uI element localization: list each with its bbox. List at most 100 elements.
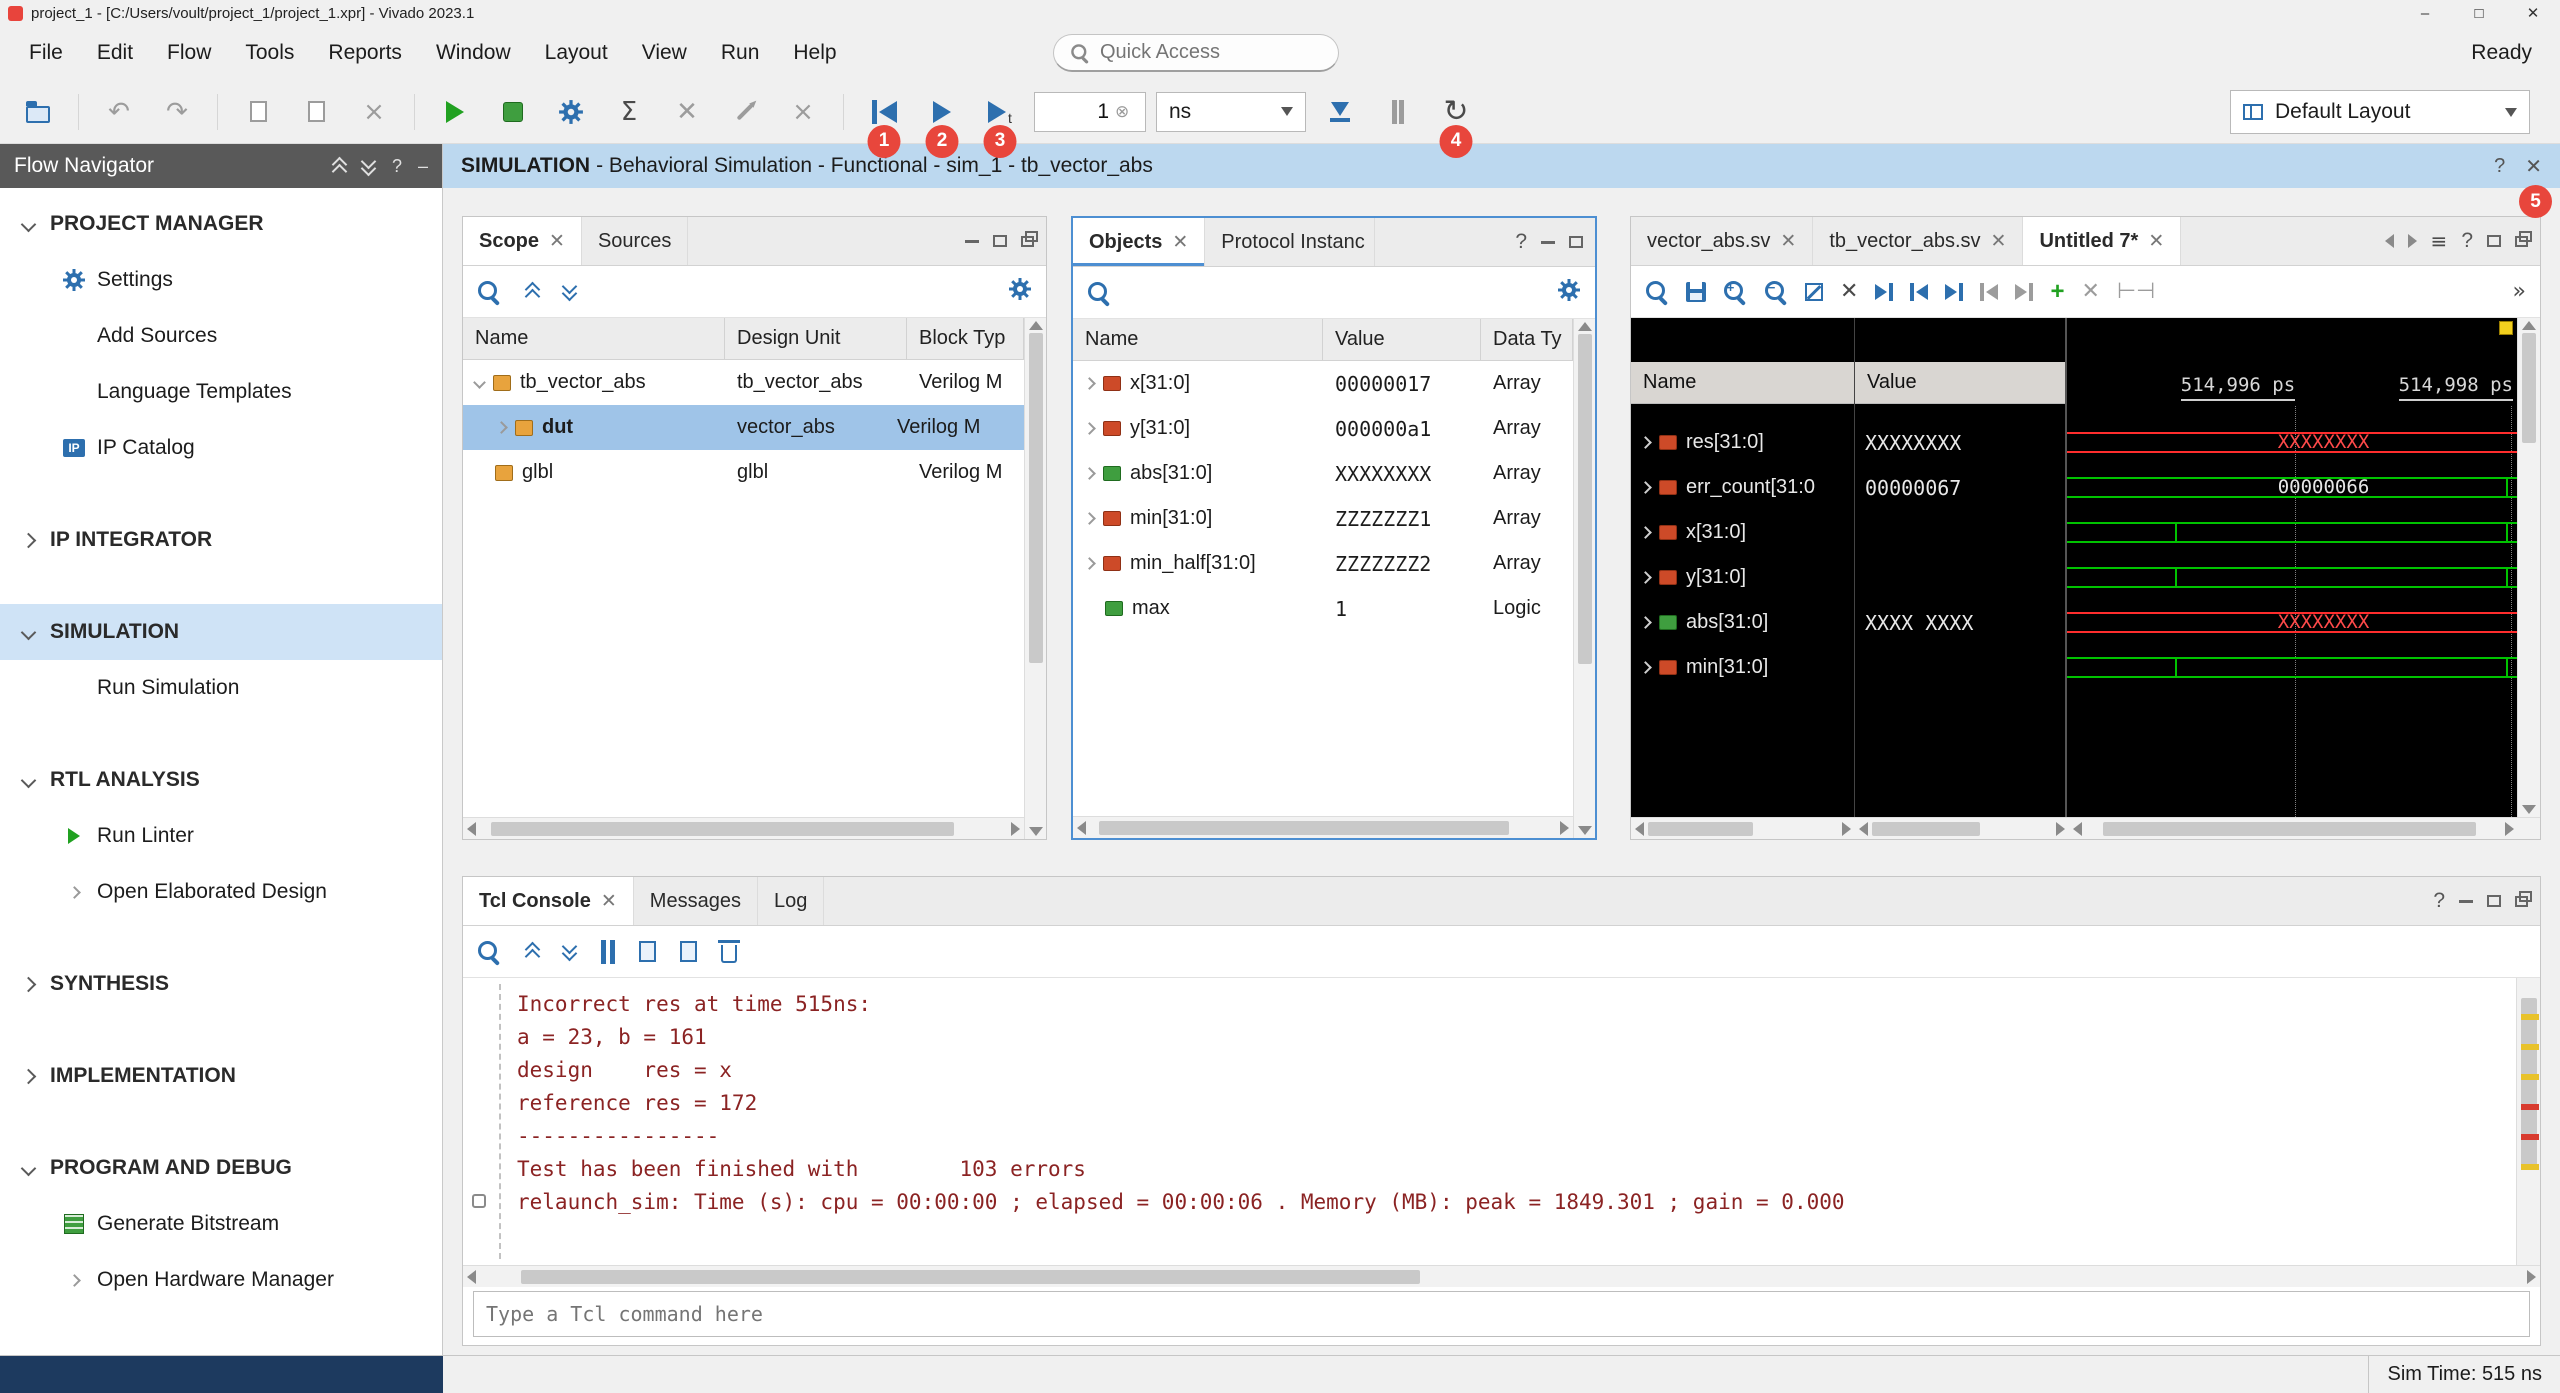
maximize-panel-icon[interactable] — [993, 235, 1007, 247]
collapse-all-icon[interactable] — [332, 158, 346, 175]
sidebar-item-open-hardware-manager[interactable]: Open Hardware Manager — [0, 1252, 442, 1308]
wave-signal-err-count[interactable]: err_count[31:0 — [1631, 465, 1854, 510]
scroll-right-icon[interactable] — [1011, 822, 1020, 836]
scope-vertical-scrollbar[interactable] — [1024, 318, 1046, 839]
close-tab-icon[interactable]: ✕ — [1172, 231, 1188, 254]
column-header-value[interactable]: Value — [1855, 362, 2065, 404]
value-horizontal-scrollbar[interactable] — [1855, 817, 2069, 839]
previous-tab-icon[interactable] — [2385, 234, 2394, 248]
marker-flag-icon[interactable] — [2499, 321, 2513, 335]
scroll-up-icon[interactable] — [1029, 321, 1043, 330]
chevron-right-icon[interactable] — [1083, 377, 1096, 390]
wave-signal-abs[interactable]: abs[31:0] — [1631, 600, 1854, 645]
chevron-right-icon[interactable] — [495, 421, 508, 434]
console-vertical-scrollbar[interactable] — [2516, 978, 2540, 1265]
close-tab-icon[interactable]: ✕ — [549, 230, 565, 253]
window-close-button[interactable]: ✕ — [2506, 0, 2560, 26]
name-horizontal-scrollbar[interactable] — [1631, 817, 1855, 839]
maximize-panel-icon[interactable] — [2487, 895, 2501, 907]
run-all-button[interactable]: 2 — [918, 90, 966, 134]
tab-untitled-7[interactable]: Untitled 7* ✕ — [2023, 217, 2181, 265]
wave-signal-min[interactable]: min[31:0] — [1631, 645, 1854, 690]
relaunch-simulation-button[interactable]: ↻ 4 — [1432, 90, 1480, 134]
save-button[interactable] — [234, 90, 282, 134]
column-header-name[interactable]: Name — [463, 318, 725, 359]
scroll-left-icon[interactable] — [2073, 822, 2082, 836]
next-tab-icon[interactable] — [2408, 234, 2417, 248]
object-row-abs[interactable]: abs[31:0] XXXXXXXX Array — [1073, 451, 1573, 496]
menu-file[interactable]: File — [12, 34, 80, 72]
run-button[interactable] — [431, 90, 479, 134]
scrollbar-thumb[interactable] — [2103, 822, 2477, 836]
collapse-all-icon[interactable] — [525, 943, 539, 960]
scope-row-tb-vector-abs[interactable]: tb_vector_abs tb_vector_abs Verilog M — [463, 360, 1024, 405]
trace-x[interactable] — [2067, 510, 2517, 555]
wave-plot-area[interactable]: 514,996 ps 514,998 ps XXXXXXXX 00000066 — [2067, 318, 2517, 817]
tab-tb-vector-abs-sv[interactable]: tb_vector_abs.sv ✕ — [1813, 217, 2023, 265]
sidebar-item-ip-catalog[interactable]: IP Catalog — [0, 420, 442, 476]
search-icon[interactable] — [477, 280, 501, 304]
scroll-left-icon[interactable] — [467, 822, 476, 836]
edit-button[interactable] — [721, 90, 769, 134]
expand-all-icon[interactable] — [563, 283, 577, 300]
chevron-right-icon[interactable] — [1083, 422, 1096, 435]
chevron-right-icon[interactable] — [1083, 467, 1096, 480]
quick-access-input[interactable] — [1100, 41, 1290, 64]
clear-console-icon[interactable] — [721, 945, 737, 963]
console-output[interactable]: Incorrect res at time 515ns: a = 23, b =… — [501, 978, 2516, 1265]
wave-vertical-scrollbar[interactable] — [2517, 318, 2540, 817]
go-to-time-icon[interactable] — [1875, 283, 1893, 301]
save-waveform-icon[interactable] — [1686, 282, 1706, 302]
section-project-manager[interactable]: PROJECT MANAGER — [0, 196, 442, 252]
tab-vector-abs-sv[interactable]: vector_abs.sv ✕ — [1631, 217, 1813, 265]
help-icon[interactable]: ? — [392, 156, 402, 177]
swap-left-icon[interactable] — [1980, 283, 1998, 301]
scope-row-dut[interactable]: dut vector_abs Verilog M — [463, 405, 1024, 450]
scrollbar-thumb[interactable] — [1029, 333, 1043, 663]
close-tab-icon[interactable]: ✕ — [2148, 230, 2164, 253]
tab-sources[interactable]: Sources — [582, 217, 688, 265]
copy-icon[interactable] — [639, 941, 656, 962]
help-icon[interactable]: ? — [2494, 155, 2505, 178]
wave-signal-x[interactable]: x[31:0] — [1631, 510, 1854, 555]
sidebar-item-add-sources[interactable]: Add Sources — [0, 308, 442, 364]
scroll-up-icon[interactable] — [1578, 322, 1592, 331]
minimize-panel-icon[interactable]: – — [418, 156, 428, 177]
column-header-design-unit[interactable]: Design Unit — [725, 318, 907, 359]
scrollbar-thumb[interactable] — [2521, 998, 2537, 1168]
menu-view[interactable]: View — [625, 34, 704, 72]
scrollbar-thumb[interactable] — [1648, 822, 1753, 836]
collapse-all-icon[interactable] — [525, 283, 539, 300]
scrollbar-thumb[interactable] — [1099, 821, 1509, 835]
sidebar-item-run-linter[interactable]: Run Linter — [0, 808, 442, 864]
column-header-name[interactable]: Name — [1631, 362, 1854, 404]
scroll-down-icon[interactable] — [2522, 805, 2536, 814]
chevron-right-icon[interactable] — [1083, 557, 1096, 570]
sidebar-item-open-elaborated-design[interactable]: Open Elaborated Design — [0, 864, 442, 920]
cut-button[interactable]: ✕ — [663, 90, 711, 134]
section-ip-integrator[interactable]: IP INTEGRATOR — [0, 512, 442, 568]
object-row-min-half[interactable]: min_half[31:0] ZZZZZZZ2 Array — [1073, 541, 1573, 586]
restart-simulation-button[interactable]: 1 — [860, 90, 908, 134]
wave-signal-res[interactable]: res[31:0] — [1631, 420, 1854, 465]
scroll-right-icon[interactable] — [1842, 822, 1851, 836]
scroll-right-icon[interactable] — [1560, 821, 1569, 835]
time-value-input[interactable] — [1043, 100, 1109, 124]
menu-help[interactable]: Help — [776, 34, 853, 72]
redo-button[interactable]: ↷ — [153, 90, 201, 134]
run-for-time-button[interactable]: t 3 — [976, 90, 1024, 134]
scroll-left-icon[interactable] — [1635, 822, 1644, 836]
settings-gear-icon[interactable] — [1008, 277, 1032, 301]
add-marker-icon[interactable]: + — [2050, 278, 2064, 306]
search-icon[interactable] — [477, 940, 501, 964]
zoom-out-icon[interactable]: − — [1764, 280, 1788, 304]
previous-transition-icon[interactable] — [1910, 283, 1928, 301]
tab-protocol-instances[interactable]: Protocol Instanc — [1205, 218, 1375, 266]
column-header-data-type[interactable]: Data Ty — [1481, 319, 1573, 360]
search-icon[interactable] — [1087, 281, 1111, 305]
remove-cursor-icon[interactable]: ✕ — [1840, 281, 1858, 303]
console-horizontal-scrollbar[interactable] — [463, 1265, 2540, 1287]
float-panel-icon[interactable] — [1021, 236, 1034, 247]
scrollbar-thumb[interactable] — [1872, 822, 1980, 836]
scroll-up-icon[interactable] — [2522, 321, 2536, 330]
